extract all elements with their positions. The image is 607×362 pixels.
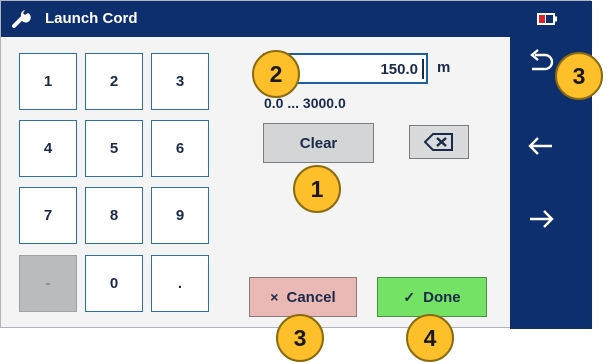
keypad-key[interactable]: 8 [85,187,143,244]
keypad-key[interactable]: . [151,255,209,312]
keypad-key-label: 2 [109,73,119,90]
keypad-key-label: 8 [109,207,119,224]
close-icon: × [270,289,279,305]
callout-badge: 2 [252,50,300,98]
undo-icon [530,49,554,71]
keypad-key[interactable]: 5 [85,120,143,177]
keypad-key-label: 9 [175,207,185,224]
clear-button[interactable]: Clear [263,123,374,163]
keypad-key-label: 7 [43,207,53,224]
arrow-left-button[interactable] [510,122,574,172]
keypad-key[interactable]: 6 [151,120,209,177]
keypad-key-label: - [45,275,51,292]
cancel-button-label: Cancel [286,288,336,306]
keypad-key[interactable]: 7 [19,187,77,244]
backspace-icon [424,133,453,151]
callout-badge: 3 [555,52,603,100]
text-cursor [422,59,424,79]
done-button[interactable]: ✓ Done [377,277,487,317]
value-text: 150.0 [380,61,418,78]
window-title: Launch Cord [45,10,138,27]
arrow-left-icon [528,137,552,155]
callout-badge: 1 [293,165,341,213]
device-screen: Launch Cord 123456789-0. 150.0 m 0.0 ...… [0,0,592,329]
keypad-key-label: 5 [109,140,119,157]
clear-button-label: Clear [299,134,338,152]
keypad-key-label: . [177,275,183,292]
callout-badge: 3 [276,314,324,362]
wrench-icon [12,10,31,28]
keypad-key[interactable]: 1 [19,53,77,110]
unit-label: m [437,59,451,76]
cancel-button[interactable]: × Cancel [249,277,357,317]
keypad-key-label: 4 [43,140,53,157]
checkmark-icon: ✓ [403,288,416,305]
arrow-right-button[interactable] [510,195,574,245]
battery-low-icon [537,13,557,25]
keypad-key-label: 6 [175,140,185,157]
done-button-label: Done [423,288,461,306]
keypad-key[interactable]: 3 [151,53,209,110]
callout-badge: 4 [406,314,454,362]
keypad-key-label: 0 [109,275,119,292]
keypad-key-label: 3 [175,73,185,90]
keypad-key-label: 1 [43,73,53,90]
backspace-button[interactable] [409,125,469,159]
keypad-key[interactable]: 0 [85,255,143,312]
title-bar: Launch Cord [1,1,592,37]
keypad-key[interactable]: 4 [19,120,77,177]
keypad-key[interactable]: 2 [85,53,143,110]
keypad-key[interactable]: 9 [151,187,209,244]
arrow-right-icon [530,210,554,228]
keypad-key: - [19,255,77,312]
